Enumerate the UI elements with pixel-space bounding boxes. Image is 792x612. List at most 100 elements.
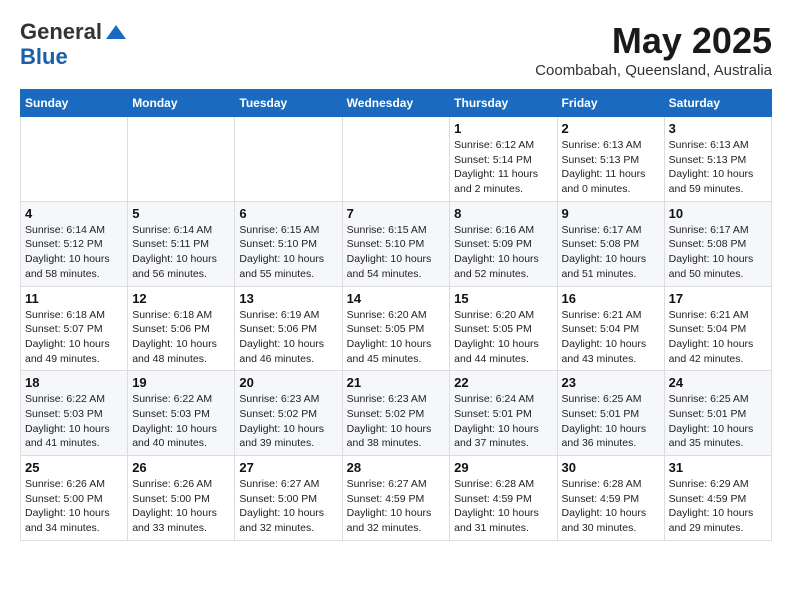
calendar-week-row: 1 Sunrise: 6:12 AM Sunset: 5:14 PM Daylig… bbox=[21, 117, 772, 202]
header-day: Wednesday bbox=[342, 90, 450, 117]
day-info: Sunrise: 6:25 AM Sunset: 5:01 PM Dayligh… bbox=[669, 392, 767, 451]
calendar-week-row: 18 Sunrise: 6:22 AM Sunset: 5:03 PM Dayli… bbox=[21, 371, 772, 456]
day-info: Sunrise: 6:27 AM Sunset: 4:59 PM Dayligh… bbox=[347, 477, 446, 536]
calendar-cell: 19Sunrise: 6:22 AM Sunset: 5:03 PM Dayli… bbox=[128, 371, 235, 456]
calendar-cell: 18 Sunrise: 6:22 AM Sunset: 5:03 PM Dayli… bbox=[21, 371, 128, 456]
day-number: 14 bbox=[347, 291, 446, 306]
day-info: Sunrise: 6:19 AM Sunset: 5:06 PM Dayligh… bbox=[239, 308, 337, 367]
day-number: 2 bbox=[562, 121, 660, 136]
calendar-cell: 23 Sunrise: 6:25 AM Sunset: 5:01 PM Dayli… bbox=[557, 371, 664, 456]
day-info: Sunrise: 6:20 AM Sunset: 5:05 PM Dayligh… bbox=[347, 308, 446, 367]
calendar-cell: 16 Sunrise: 6:21 AM Sunset: 5:04 PM Dayli… bbox=[557, 286, 664, 371]
day-number: 8 bbox=[454, 206, 552, 221]
day-number: 24 bbox=[669, 375, 767, 390]
calendar-cell: 17 Sunrise: 6:21 AM Sunset: 5:04 PM Dayli… bbox=[664, 286, 771, 371]
calendar-cell: 13 Sunrise: 6:19 AM Sunset: 5:06 PM Dayli… bbox=[235, 286, 342, 371]
calendar-cell bbox=[235, 117, 342, 202]
day-number: 11 bbox=[25, 291, 123, 306]
day-info: Sunrise: 6:16 AM Sunset: 5:09 PM Dayligh… bbox=[454, 223, 552, 282]
calendar-table: SundayMondayTuesdayWednesdayThursdayFrid… bbox=[20, 89, 772, 541]
day-info: Sunrise: 6:15 AM Sunset: 5:10 PM Dayligh… bbox=[347, 223, 446, 282]
day-info: Sunrise: 6:27 AM Sunset: 5:00 PM Dayligh… bbox=[239, 477, 337, 536]
day-info: Sunrise: 6:13 AM Sunset: 5:13 PM Dayligh… bbox=[669, 138, 767, 197]
logo: General Blue bbox=[20, 20, 128, 69]
calendar-cell: 9 Sunrise: 6:17 AM Sunset: 5:08 PM Daylig… bbox=[557, 201, 664, 286]
logo-icon bbox=[104, 21, 128, 45]
day-info: Sunrise: 6:25 AM Sunset: 5:01 PM Dayligh… bbox=[562, 392, 660, 451]
day-number: 1 bbox=[454, 121, 552, 136]
day-info: Sunrise: 6:23 AM Sunset: 5:02 PM Dayligh… bbox=[239, 392, 337, 451]
day-number: 22 bbox=[454, 375, 552, 390]
subtitle: Coombabah, Queensland, Australia bbox=[535, 62, 772, 79]
calendar-cell: 31 Sunrise: 6:29 AM Sunset: 4:59 PM Dayli… bbox=[664, 456, 771, 541]
day-number: 12 bbox=[132, 291, 230, 306]
day-info: Sunrise: 6:17 AM Sunset: 5:08 PM Dayligh… bbox=[562, 223, 660, 282]
day-number: 23 bbox=[562, 375, 660, 390]
calendar-cell: 22 Sunrise: 6:24 AM Sunset: 5:01 PM Dayli… bbox=[450, 371, 557, 456]
calendar-week-row: 4 Sunrise: 6:14 AM Sunset: 5:12 PM Daylig… bbox=[21, 201, 772, 286]
day-number: 31 bbox=[669, 460, 767, 475]
calendar-cell bbox=[342, 117, 450, 202]
calendar-cell: 6Sunrise: 6:15 AM Sunset: 5:10 PM Daylig… bbox=[235, 201, 342, 286]
calendar-cell: 14 Sunrise: 6:20 AM Sunset: 5:05 PM Dayli… bbox=[342, 286, 450, 371]
calendar-cell: 27 Sunrise: 6:27 AM Sunset: 5:00 PM Dayli… bbox=[235, 456, 342, 541]
day-info: Sunrise: 6:14 AM Sunset: 5:12 PM Dayligh… bbox=[25, 223, 123, 282]
day-info: Sunrise: 6:22 AM Sunset: 5:03 PM Dayligh… bbox=[25, 392, 123, 451]
day-number: 5 bbox=[132, 206, 230, 221]
day-number: 20 bbox=[239, 375, 337, 390]
page-header: General Blue May 2025 Coombabah, Queensl… bbox=[20, 20, 772, 79]
logo-general: General bbox=[20, 19, 102, 44]
title-block: May 2025 Coombabah, Queensland, Australi… bbox=[535, 20, 772, 79]
day-number: 18 bbox=[25, 375, 123, 390]
header-day: Saturday bbox=[664, 90, 771, 117]
calendar-cell: 28Sunrise: 6:27 AM Sunset: 4:59 PM Dayli… bbox=[342, 456, 450, 541]
day-info: Sunrise: 6:14 AM Sunset: 5:11 PM Dayligh… bbox=[132, 223, 230, 282]
main-title: May 2025 bbox=[535, 20, 772, 62]
calendar-cell: 3Sunrise: 6:13 AM Sunset: 5:13 PM Daylig… bbox=[664, 117, 771, 202]
header-day: Friday bbox=[557, 90, 664, 117]
calendar-cell: 29Sunrise: 6:28 AM Sunset: 4:59 PM Dayli… bbox=[450, 456, 557, 541]
calendar-cell: 11Sunrise: 6:18 AM Sunset: 5:07 PM Dayli… bbox=[21, 286, 128, 371]
day-info: Sunrise: 6:13 AM Sunset: 5:13 PM Dayligh… bbox=[562, 138, 660, 197]
calendar-cell: 26Sunrise: 6:26 AM Sunset: 5:00 PM Dayli… bbox=[128, 456, 235, 541]
calendar-cell: 25 Sunrise: 6:26 AM Sunset: 5:00 PM Dayli… bbox=[21, 456, 128, 541]
calendar-week-row: 11Sunrise: 6:18 AM Sunset: 5:07 PM Dayli… bbox=[21, 286, 772, 371]
day-info: Sunrise: 6:29 AM Sunset: 4:59 PM Dayligh… bbox=[669, 477, 767, 536]
day-info: Sunrise: 6:23 AM Sunset: 5:02 PM Dayligh… bbox=[347, 392, 446, 451]
calendar-cell: 12 Sunrise: 6:18 AM Sunset: 5:06 PM Dayli… bbox=[128, 286, 235, 371]
day-info: Sunrise: 6:28 AM Sunset: 4:59 PM Dayligh… bbox=[562, 477, 660, 536]
calendar-cell bbox=[128, 117, 235, 202]
day-info: Sunrise: 6:18 AM Sunset: 5:06 PM Dayligh… bbox=[132, 308, 230, 367]
calendar-week-row: 25 Sunrise: 6:26 AM Sunset: 5:00 PM Dayli… bbox=[21, 456, 772, 541]
day-number: 4 bbox=[25, 206, 123, 221]
day-info: Sunrise: 6:26 AM Sunset: 5:00 PM Dayligh… bbox=[132, 477, 230, 536]
day-info: Sunrise: 6:20 AM Sunset: 5:05 PM Dayligh… bbox=[454, 308, 552, 367]
day-number: 27 bbox=[239, 460, 337, 475]
logo-blue: Blue bbox=[20, 44, 68, 69]
day-info: Sunrise: 6:21 AM Sunset: 5:04 PM Dayligh… bbox=[562, 308, 660, 367]
calendar-cell: 4 Sunrise: 6:14 AM Sunset: 5:12 PM Daylig… bbox=[21, 201, 128, 286]
day-info: Sunrise: 6:21 AM Sunset: 5:04 PM Dayligh… bbox=[669, 308, 767, 367]
day-number: 25 bbox=[25, 460, 123, 475]
calendar-cell: 7 Sunrise: 6:15 AM Sunset: 5:10 PM Daylig… bbox=[342, 201, 450, 286]
day-number: 17 bbox=[669, 291, 767, 306]
day-number: 16 bbox=[562, 291, 660, 306]
day-info: Sunrise: 6:12 AM Sunset: 5:14 PM Dayligh… bbox=[454, 138, 552, 197]
day-info: Sunrise: 6:24 AM Sunset: 5:01 PM Dayligh… bbox=[454, 392, 552, 451]
calendar-cell: 10Sunrise: 6:17 AM Sunset: 5:08 PM Dayli… bbox=[664, 201, 771, 286]
header-day: Tuesday bbox=[235, 90, 342, 117]
calendar-cell: 21 Sunrise: 6:23 AM Sunset: 5:02 PM Dayli… bbox=[342, 371, 450, 456]
header-day: Thursday bbox=[450, 90, 557, 117]
day-number: 9 bbox=[562, 206, 660, 221]
calendar-cell: 24 Sunrise: 6:25 AM Sunset: 5:01 PM Dayli… bbox=[664, 371, 771, 456]
calendar-cell: 15Sunrise: 6:20 AM Sunset: 5:05 PM Dayli… bbox=[450, 286, 557, 371]
calendar-cell: 2 Sunrise: 6:13 AM Sunset: 5:13 PM Daylig… bbox=[557, 117, 664, 202]
day-number: 21 bbox=[347, 375, 446, 390]
day-number: 13 bbox=[239, 291, 337, 306]
day-number: 10 bbox=[669, 206, 767, 221]
day-number: 19 bbox=[132, 375, 230, 390]
day-number: 7 bbox=[347, 206, 446, 221]
day-info: Sunrise: 6:15 AM Sunset: 5:10 PM Dayligh… bbox=[239, 223, 337, 282]
calendar-cell: 8 Sunrise: 6:16 AM Sunset: 5:09 PM Daylig… bbox=[450, 201, 557, 286]
day-info: Sunrise: 6:26 AM Sunset: 5:00 PM Dayligh… bbox=[25, 477, 123, 536]
